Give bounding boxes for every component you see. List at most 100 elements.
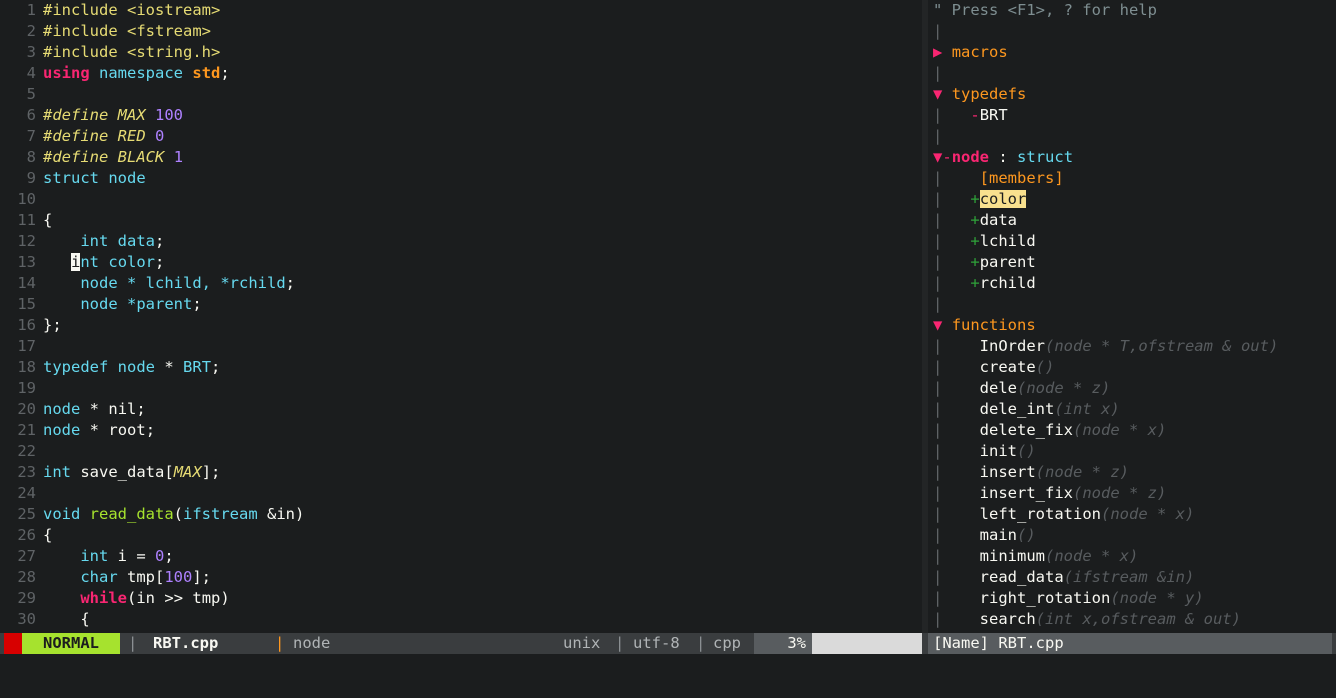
code-line[interactable]: 26{ [0,525,922,546]
tagbar-function[interactable]: | main() [928,525,1336,546]
code-line[interactable]: 21 node * root; [0,420,922,441]
tagbar-function[interactable]: | InOrder(node * T,ofstream & out) [928,336,1336,357]
code-line[interactable]: 17 [0,336,922,357]
line-number: 18 [17,358,36,376]
tagbar-function[interactable]: | insert_fix(node * z) [928,483,1336,504]
code-line-current[interactable]: 13 int color; [0,252,922,273]
code-line[interactable]: 24 [0,483,922,504]
code-line[interactable]: 1 #include <iostream> [0,0,922,21]
line-number: 23 [17,463,36,481]
code-line[interactable]: 18 typedef node * BRT; [0,357,922,378]
code-line[interactable]: 28 char tmp[100]; [0,567,922,588]
tagbar-group-functions[interactable]: ▼ functions [928,315,1336,336]
status-line: NORMAL | RBT.cpp | node unix | utf-8 | c… [0,633,1336,654]
command-line[interactable] [0,654,1336,698]
code-line[interactable]: 6 #define MAX 100 [0,105,922,126]
code-line[interactable]: 19 [0,378,922,399]
line-number: 17 [17,337,36,355]
highlighted-member[interactable]: color [979,190,1027,208]
line-number: 5 [26,85,36,103]
expanded-arrow-icon[interactable]: ▼ [933,316,942,334]
status-encoding: utf-8 [633,634,680,652]
tagbar-member[interactable]: | +lchild [928,231,1336,252]
line-number: 20 [17,400,36,418]
public-marker-icon: + [970,190,980,208]
private-marker-icon: - [970,106,980,124]
status-filename: RBT.cpp [153,634,219,652]
tagbar-member[interactable]: | +rchild [928,273,1336,294]
tagbar-group-typedefs[interactable]: ▼ typedefs [928,84,1336,105]
status-current-tag: node [293,634,331,652]
line-number: 9 [26,169,36,187]
mode-indicator: NORMAL [22,633,120,654]
line-number: 14 [17,274,36,292]
line-number: 12 [17,232,36,250]
line-number: 25 [17,505,36,523]
tagbar-function[interactable]: | right_rotation(node * y) [928,588,1336,609]
line-number: 22 [17,442,36,460]
tagbar-function[interactable]: | read_data(ifstream &in) [928,567,1336,588]
code-line[interactable]: 11{ [0,210,922,231]
line-number: 21 [17,421,36,439]
code-line[interactable]: 2 #include <fstream> [0,21,922,42]
code-line[interactable]: 10 [0,189,922,210]
line-number: 1 [26,1,36,19]
text-cursor: i [71,253,81,271]
tagbar-function[interactable]: | left_rotation(node * x) [928,504,1336,525]
tagbar-member[interactable]: | +color [928,189,1336,210]
tagbar-function[interactable]: | dele_int(int x) [928,399,1336,420]
tagbar-function[interactable]: | insert(node * z) [928,462,1336,483]
code-line[interactable]: 8 #define BLACK 1 [0,147,922,168]
code-line[interactable]: 29 while(in >> tmp) [0,588,922,609]
line-number: 26 [17,526,36,544]
line-number: 19 [17,379,36,397]
tagbar-pane[interactable]: " Press <F1>, ? for help | ▶ macros | ▼ … [928,0,1336,633]
collapsed-arrow-icon[interactable]: ▶ [933,43,942,61]
code-line[interactable]: 23 int save_data[MAX]; [0,462,922,483]
tagbar-function[interactable]: | init() [928,441,1336,462]
tagbar-function[interactable]: | minimum(node * x) [928,546,1336,567]
tagbar-member[interactable]: | +parent [928,252,1336,273]
status-position: LN 13:4 [812,633,922,654]
public-marker-icon: + [970,274,980,292]
line-number: 30 [17,610,36,628]
code-line[interactable]: 25 void read_data(ifstream &in) [0,504,922,525]
public-marker-icon: + [970,232,980,250]
line-number: 2 [26,22,36,40]
code-editor-pane[interactable]: 1 #include <iostream> 2 #include <fstream>… [0,0,922,633]
line-number: 6 [26,106,36,124]
code-line[interactable]: 14 node * lchild, *rchild; [0,273,922,294]
tagbar-status-title: [Name] RBT.cpp [928,633,1332,654]
tagbar-function[interactable]: | delete_fix(node * x) [928,420,1336,441]
tagbar-function[interactable]: | dele(node * z) [928,378,1336,399]
error-indicator [4,633,22,654]
code-line[interactable]: 15 node *parent; [0,294,922,315]
line-number: 16 [17,316,36,334]
code-line[interactable]: 4 using namespace std; [0,63,922,84]
tagbar-group-node[interactable]: ▼-node : struct [928,147,1336,168]
tagbar-member[interactable]: | +data [928,210,1336,231]
tagbar-function[interactable]: | search(int x,ofstream & out) [928,609,1336,630]
line-number: 3 [26,43,36,61]
expanded-arrow-icon[interactable]: ▼ [933,148,942,166]
code-line[interactable]: 30 { [0,609,922,630]
line-number: 4 [26,64,36,82]
vim-window: 1 #include <iostream> 2 #include <fstream>… [0,0,1336,698]
code-line[interactable]: 3 #include <string.h> [0,42,922,63]
tagbar-item[interactable]: | -BRT [928,105,1336,126]
tagbar-function[interactable]: | create() [928,357,1336,378]
code-line[interactable]: 12 int data; [0,231,922,252]
code-line[interactable]: 20 node * nil; [0,399,922,420]
line-number: 24 [17,484,36,502]
tagbar-group-macros[interactable]: ▶ macros [928,42,1336,63]
expanded-arrow-icon[interactable]: ▼ [933,85,942,103]
status-fileformat: unix [563,634,601,652]
code-line[interactable]: 27 int i = 0; [0,546,922,567]
code-line[interactable]: 5 [0,84,922,105]
code-line[interactable]: 7 #define RED 0 [0,126,922,147]
code-line[interactable]: 9 struct node [0,168,922,189]
public-marker-icon: + [970,211,980,229]
code-line[interactable]: 16}; [0,315,922,336]
line-number: 29 [17,589,36,607]
code-line[interactable]: 22 [0,441,922,462]
